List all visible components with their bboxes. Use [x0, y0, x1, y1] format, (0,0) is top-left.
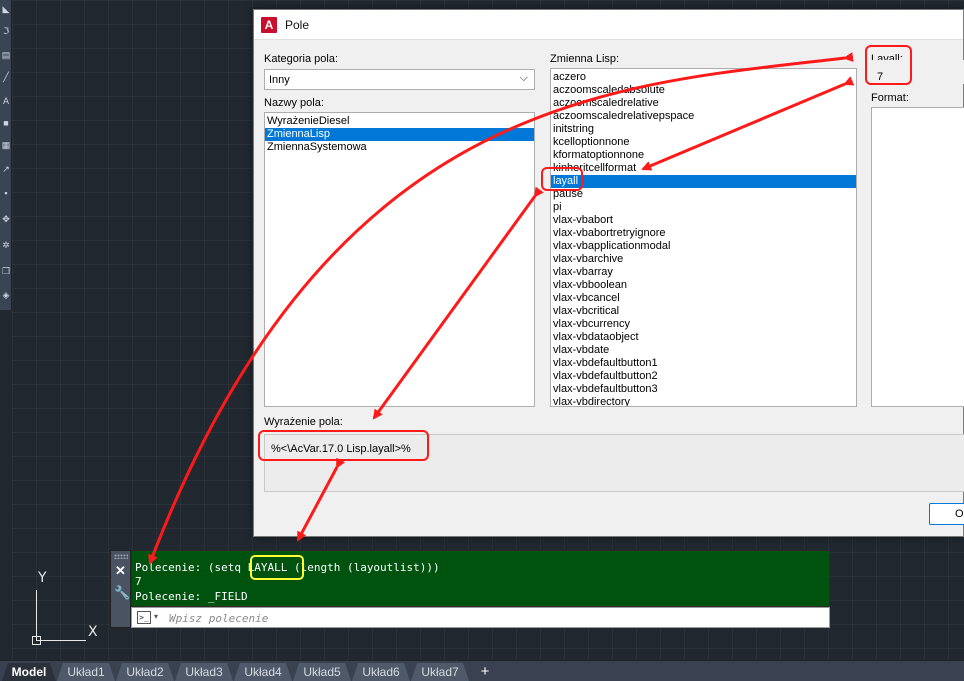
annotation-arrows — [148, 52, 855, 565]
arrow-value-to-command — [148, 52, 854, 565]
arrow-expression-to-command — [296, 457, 346, 542]
arrow-list-to-expression — [372, 186, 544, 420]
arrow-value-to-list — [641, 76, 855, 171]
